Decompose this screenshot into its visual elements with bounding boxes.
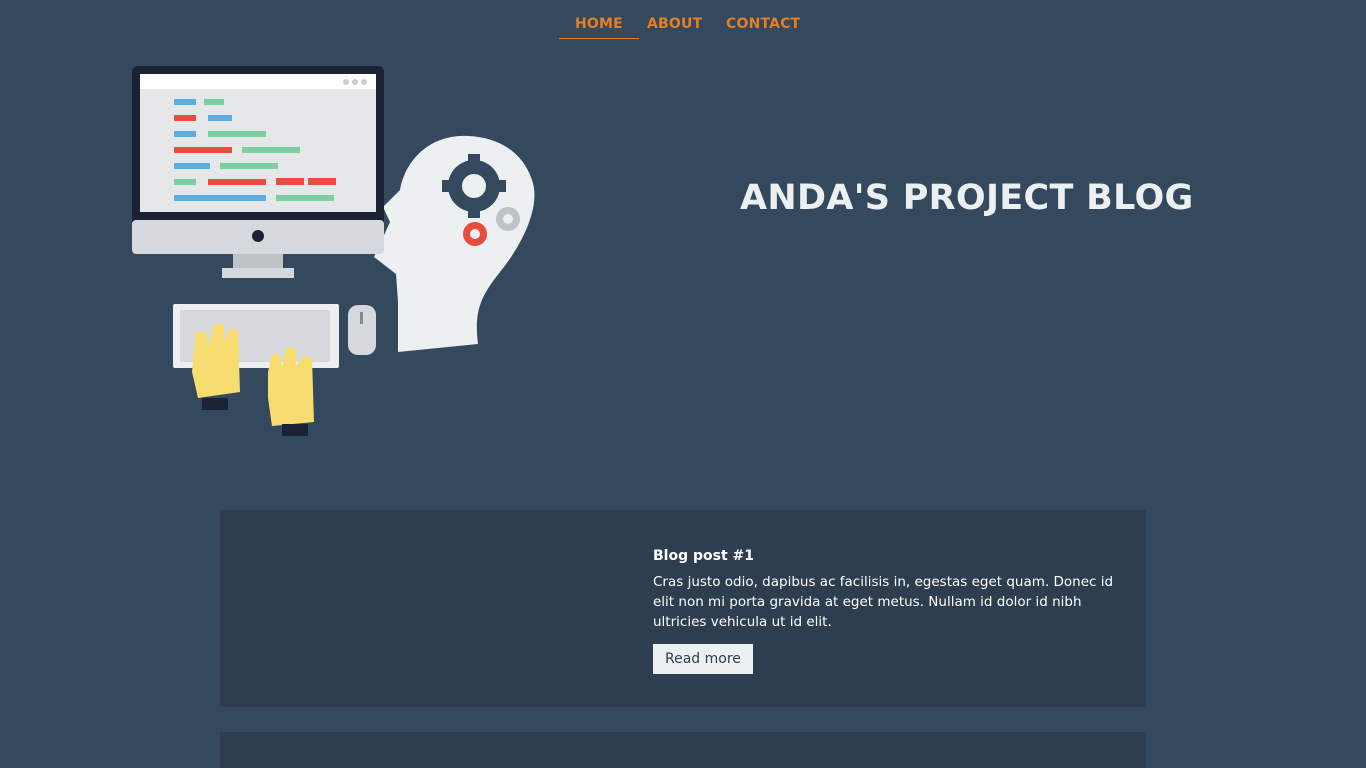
head-silhouette xyxy=(374,135,535,352)
nav-item-contact[interactable]: CONTACT xyxy=(726,16,800,32)
post-content: Blog post #1 Cras justo odio, dapibus ac… xyxy=(653,548,1123,674)
post-excerpt: Cras justo odio, dapibus ac facilisis in… xyxy=(653,574,1114,630)
nav-item-about[interactable]: ABOUT xyxy=(647,16,702,32)
blog-post-card xyxy=(220,732,1146,768)
main-nav: HOME ABOUT CONTACT xyxy=(0,0,1366,50)
hero-illustration xyxy=(132,66,535,436)
blog-post-card: Blog post #1 Cras justo odio, dapibus ac… xyxy=(220,510,1146,707)
left-hand-icon xyxy=(192,324,240,398)
post-title[interactable]: Blog post #1 xyxy=(653,548,1123,564)
read-more-button[interactable]: Read more xyxy=(653,644,753,674)
nav-item-home[interactable]: HOME xyxy=(559,16,639,39)
right-hand-icon xyxy=(268,348,314,426)
page-title: ANDA'S PROJECT BLOG xyxy=(740,178,1194,218)
